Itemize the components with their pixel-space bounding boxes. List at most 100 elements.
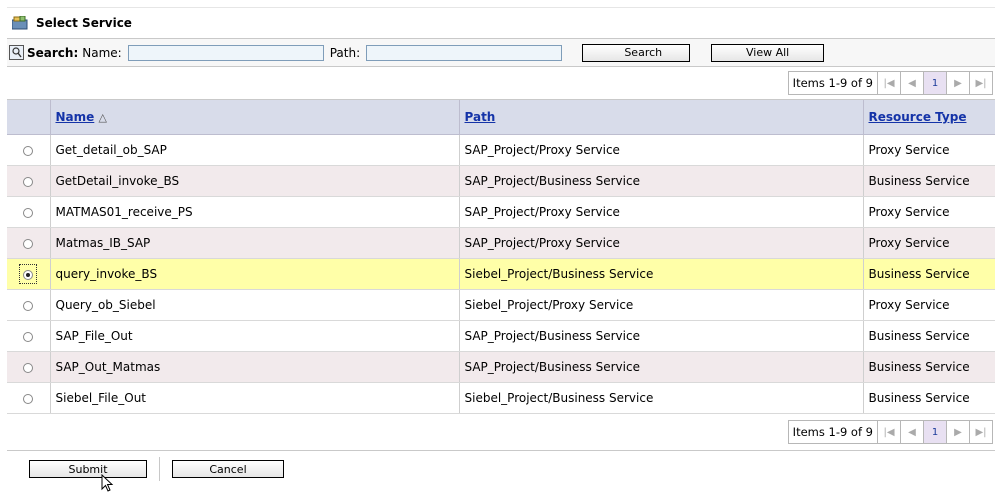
- submit-button[interactable]: Submit: [29, 460, 147, 478]
- bottom-pager-row: Items 1-9 of 9 |◀ ◀ 1 ▶ ▶|: [7, 414, 995, 451]
- type-cell: Business Service: [863, 165, 995, 197]
- name-label: Name:: [82, 45, 122, 60]
- search-label: Search:: [27, 45, 79, 60]
- type-column-header[interactable]: Resource Type: [863, 100, 995, 135]
- table-row[interactable]: MATMAS01_receive_PS SAP_Project/Proxy Se…: [7, 196, 995, 228]
- name-cell: Matmas_IB_SAP: [50, 227, 460, 259]
- services-table: Name △ Path Resource Type Get_detail_ob_…: [7, 100, 995, 414]
- table-row[interactable]: Siebel_File_Out Siebel_Project/Business …: [7, 382, 995, 414]
- cancel-button[interactable]: Cancel: [172, 460, 284, 478]
- radio-button[interactable]: [23, 176, 34, 187]
- path-sort-link[interactable]: Path: [465, 110, 496, 124]
- name-search-input[interactable]: [127, 44, 324, 61]
- path-cell: SAP_Project/Business Service: [459, 165, 864, 197]
- sort-asc-icon: △: [98, 111, 107, 124]
- path-cell: Siebel_Project/Business Service: [459, 382, 864, 414]
- type-cell: Business Service: [863, 382, 995, 414]
- radio-button[interactable]: [23, 238, 34, 249]
- row-select-cell[interactable]: [7, 134, 51, 166]
- path-cell: SAP_Project/Proxy Service: [459, 196, 864, 228]
- select-column-header: [7, 100, 51, 135]
- radio-button-checked[interactable]: [23, 269, 34, 280]
- first-page-icon[interactable]: |◀: [878, 72, 901, 94]
- name-cell: SAP_File_Out: [50, 320, 460, 352]
- radio-button[interactable]: [23, 362, 34, 373]
- name-cell: query_invoke_BS: [50, 258, 460, 290]
- radio-button[interactable]: [23, 300, 34, 311]
- top-pager-row: Items 1-9 of 9 |◀ ◀ 1 ▶ ▶|: [7, 67, 995, 100]
- type-sort-link[interactable]: Resource Type: [869, 110, 967, 124]
- view-all-button[interactable]: View All: [711, 43, 825, 62]
- path-column-header[interactable]: Path: [459, 100, 864, 135]
- table-row[interactable]: GetDetail_invoke_BS SAP_Project/Business…: [7, 165, 995, 197]
- path-cell: SAP_Project/Proxy Service: [459, 227, 864, 259]
- name-cell: Siebel_File_Out: [50, 382, 460, 414]
- prev-page-icon[interactable]: ◀: [901, 421, 924, 443]
- items-count: Items 1-9 of 9: [789, 421, 878, 443]
- pager: Items 1-9 of 9 |◀ ◀ 1 ▶ ▶|: [787, 71, 993, 95]
- path-search-input[interactable]: [366, 44, 563, 61]
- name-cell: GetDetail_invoke_BS: [50, 165, 460, 197]
- path-cell: Siebel_Project/Business Service: [459, 258, 864, 290]
- name-sort-link[interactable]: Name: [56, 110, 95, 124]
- prev-page-icon[interactable]: ◀: [901, 72, 924, 94]
- path-cell: Siebel_Project/Proxy Service: [459, 289, 864, 321]
- search-button[interactable]: Search: [582, 43, 691, 62]
- mouse-cursor-icon: [101, 474, 114, 492]
- radio-button[interactable]: [23, 331, 34, 342]
- table-row-selected[interactable]: query_invoke_BS Siebel_Project/Business …: [7, 258, 995, 290]
- path-label: Path:: [329, 45, 361, 60]
- page-number[interactable]: 1: [924, 421, 947, 443]
- type-cell: Business Service: [863, 258, 995, 290]
- type-cell: Proxy Service: [863, 134, 995, 166]
- last-page-icon[interactable]: ▶|: [970, 421, 992, 443]
- row-select-cell[interactable]: [7, 382, 51, 414]
- name-cell: Query_ob_Siebel: [50, 289, 460, 321]
- pager-bottom: Items 1-9 of 9 |◀ ◀ 1 ▶ ▶|: [787, 420, 993, 444]
- table-row[interactable]: Query_ob_Siebel Siebel_Project/Proxy Ser…: [7, 289, 995, 321]
- type-cell: Proxy Service: [863, 289, 995, 321]
- divider: [159, 457, 160, 481]
- page-number[interactable]: 1: [924, 72, 947, 94]
- row-select-cell[interactable]: [7, 258, 51, 290]
- name-cell: MATMAS01_receive_PS: [50, 196, 460, 228]
- select-service-panel: Select Service Search: Name: Path: Searc…: [7, 7, 995, 487]
- path-cell: SAP_Project/Proxy Service: [459, 134, 864, 166]
- panel-header: Select Service: [7, 7, 995, 39]
- table-row[interactable]: SAP_File_Out SAP_Project/Business Servic…: [7, 320, 995, 352]
- search-icon: [9, 45, 24, 60]
- radio-button[interactable]: [23, 145, 34, 156]
- table-body: Get_detail_ob_SAP SAP_Project/Proxy Serv…: [7, 134, 995, 414]
- next-page-icon[interactable]: ▶: [947, 72, 970, 94]
- type-cell: Business Service: [863, 320, 995, 352]
- row-select-cell[interactable]: [7, 196, 51, 228]
- search-bar: Search: Name: Path: Search View All: [7, 39, 995, 67]
- type-cell: Business Service: [863, 351, 995, 383]
- path-cell: SAP_Project/Business Service: [459, 320, 864, 352]
- next-page-icon[interactable]: ▶: [947, 421, 970, 443]
- action-bar: Submit Cancel: [7, 451, 995, 487]
- type-cell: Proxy Service: [863, 227, 995, 259]
- name-cell: SAP_Out_Matmas: [50, 351, 460, 383]
- row-select-cell[interactable]: [7, 320, 51, 352]
- row-select-cell[interactable]: [7, 351, 51, 383]
- last-page-icon[interactable]: ▶|: [970, 72, 992, 94]
- path-cell: SAP_Project/Business Service: [459, 351, 864, 383]
- service-icon: [11, 15, 28, 30]
- row-select-cell[interactable]: [7, 289, 51, 321]
- page-title: Select Service: [36, 16, 132, 30]
- table-row[interactable]: SAP_Out_Matmas SAP_Project/Business Serv…: [7, 351, 995, 383]
- items-count: Items 1-9 of 9: [789, 72, 878, 94]
- first-page-icon[interactable]: |◀: [878, 421, 901, 443]
- name-column-header[interactable]: Name △: [50, 100, 460, 135]
- radio-button[interactable]: [23, 207, 34, 218]
- focus-outline: [19, 264, 38, 284]
- radio-button[interactable]: [23, 393, 34, 404]
- table-row[interactable]: Get_detail_ob_SAP SAP_Project/Proxy Serv…: [7, 134, 995, 166]
- table-header: Name △ Path Resource Type: [7, 100, 995, 135]
- row-select-cell[interactable]: [7, 227, 51, 259]
- type-cell: Proxy Service: [863, 196, 995, 228]
- table-row[interactable]: Matmas_IB_SAP SAP_Project/Proxy Service …: [7, 227, 995, 259]
- name-cell: Get_detail_ob_SAP: [50, 134, 460, 166]
- row-select-cell[interactable]: [7, 165, 51, 197]
